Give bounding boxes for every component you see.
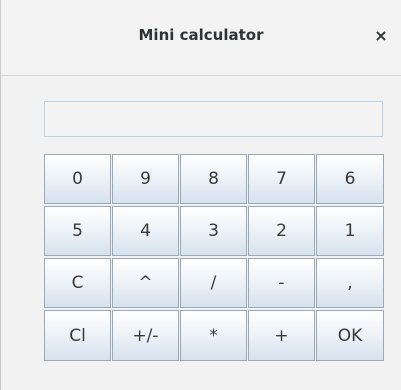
sign-toggle-button[interactable]: +/- [112,310,179,361]
key-7[interactable]: 7 [248,154,315,204]
multiply-button[interactable]: * [180,310,247,361]
divide-button[interactable]: / [180,258,247,308]
clear-button[interactable]: C [44,258,111,308]
subtract-button[interactable]: - [248,258,315,308]
decimal-comma-button[interactable]: , [316,258,384,308]
add-button[interactable]: + [248,310,315,361]
power-button[interactable]: ^ [112,258,179,308]
calculator-window: Mini calculator × 0 9 8 7 6 5 4 3 2 1 C … [0,0,401,390]
close-icon[interactable]: × [371,26,391,46]
clear-all-button[interactable]: Cl [44,310,111,361]
key-0[interactable]: 0 [44,154,111,204]
title-bar: Mini calculator × [1,0,401,76]
calculator-display[interactable] [44,101,383,137]
key-6[interactable]: 6 [316,154,384,204]
key-9[interactable]: 9 [112,154,179,204]
ok-button[interactable]: OK [316,310,384,361]
key-8[interactable]: 8 [180,154,247,204]
key-2[interactable]: 2 [248,206,315,256]
key-4[interactable]: 4 [112,206,179,256]
keypad: 0 9 8 7 6 5 4 3 2 1 C ^ / - , Cl +/- * +… [44,154,384,361]
key-3[interactable]: 3 [180,206,247,256]
key-5[interactable]: 5 [44,206,111,256]
window-title: Mini calculator [138,26,264,44]
key-1[interactable]: 1 [316,206,384,256]
